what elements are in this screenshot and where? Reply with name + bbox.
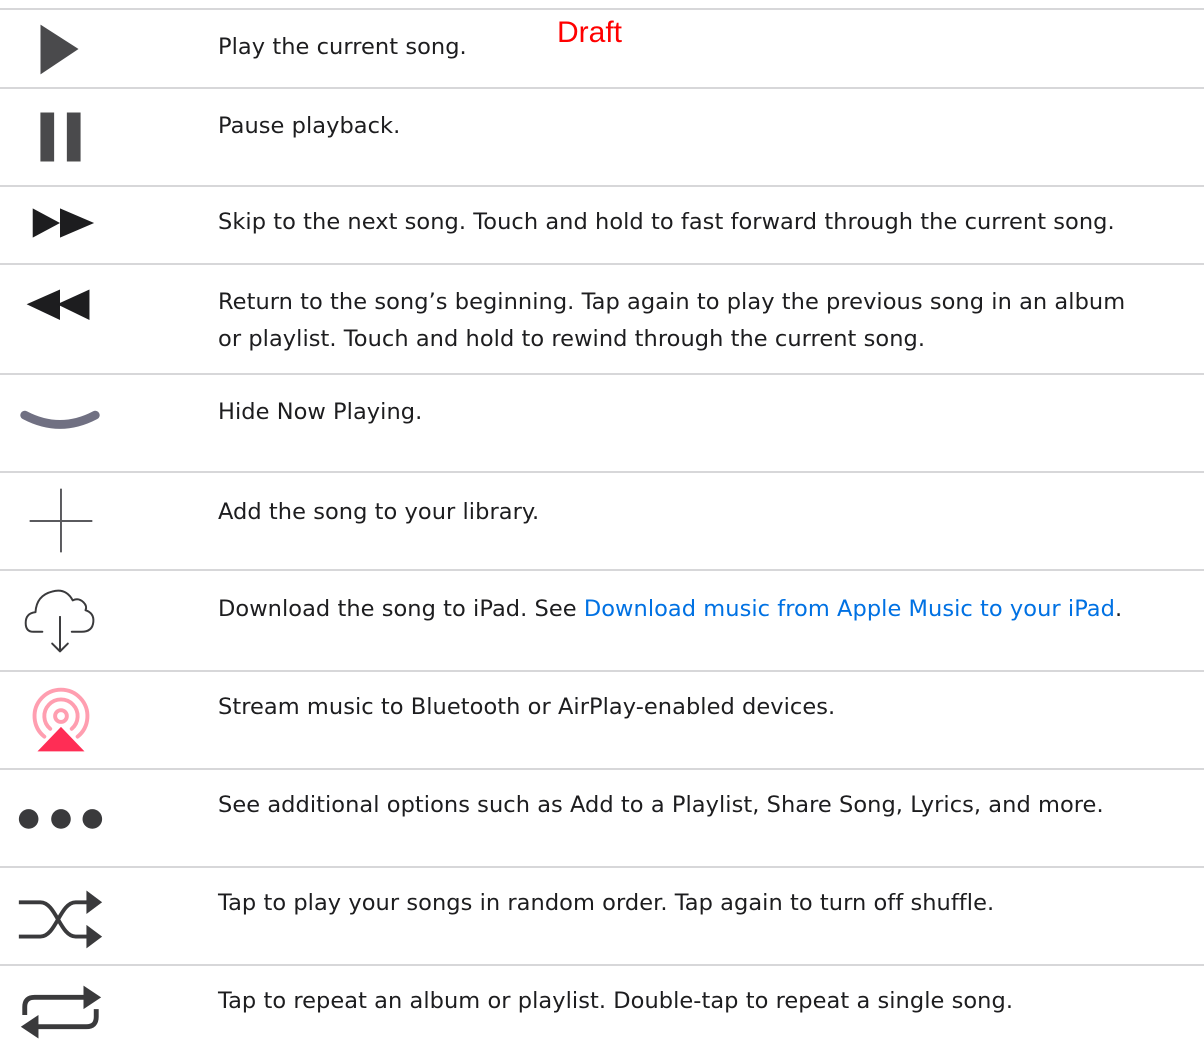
row-description: Hide Now Playing. — [218, 399, 423, 425]
row-description: Stream music to Bluetooth or AirPlay-ena… — [218, 694, 836, 720]
row-description: Play the current song. — [218, 34, 467, 60]
row-description: See additional options such as Add to a … — [218, 792, 1104, 818]
rewind-icon — [0, 265, 120, 373]
table-row: See additional options such as Add to a … — [0, 768, 1204, 866]
table-row: Hide Now Playing. — [0, 373, 1204, 471]
table-row: Add the song to your library. — [0, 471, 1204, 569]
row-description: Skip to the next song. Touch and hold to… — [218, 209, 1115, 235]
download-music-link[interactable]: Download music from Apple Music to your … — [584, 596, 1115, 622]
row-description: Return to the song’s beginning. Tap agai… — [218, 284, 1204, 358]
table-row: Return to the song’s beginning. Tap agai… — [0, 263, 1204, 373]
table-row: Skip to the next song. Touch and hold to… — [0, 185, 1204, 263]
more-icon — [0, 770, 120, 866]
cloud-download-icon — [0, 571, 120, 670]
table-row: Stream music to Bluetooth or AirPlay-ena… — [0, 670, 1204, 768]
table-row: Tap to repeat an album or playlist. Doub… — [0, 964, 1204, 1061]
draft-watermark: Draft — [557, 16, 623, 49]
play-icon — [0, 10, 120, 87]
fast-forward-icon — [0, 187, 120, 263]
table-row: Pause playback. — [0, 87, 1204, 185]
table-row: Download the song to iPad. See Download … — [0, 569, 1204, 670]
row-description: Tap to repeat an album or playlist. Doub… — [218, 988, 1014, 1014]
row-description: Download the song to iPad. See Download … — [218, 591, 1204, 628]
chevron-down-icon — [0, 375, 120, 471]
row-description: Tap to play your songs in random order. … — [218, 890, 995, 916]
row-description-line: or playlist. Touch and hold to rewind th… — [218, 326, 926, 352]
row-description: Pause playback. — [218, 113, 401, 139]
table-row: Tap to play your songs in random order. … — [0, 866, 1204, 964]
plus-icon — [0, 473, 120, 569]
shuffle-icon — [0, 868, 120, 964]
row-description: Add the song to your library. — [218, 499, 540, 525]
pause-icon — [0, 89, 120, 185]
row-description-text: Download the song to iPad. See — [218, 596, 584, 622]
airplay-icon — [0, 672, 120, 768]
row-description-punct: . — [1114, 596, 1123, 622]
repeat-icon — [0, 966, 120, 1061]
row-description-line: Return to the song’s beginning. Tap agai… — [218, 289, 1126, 315]
